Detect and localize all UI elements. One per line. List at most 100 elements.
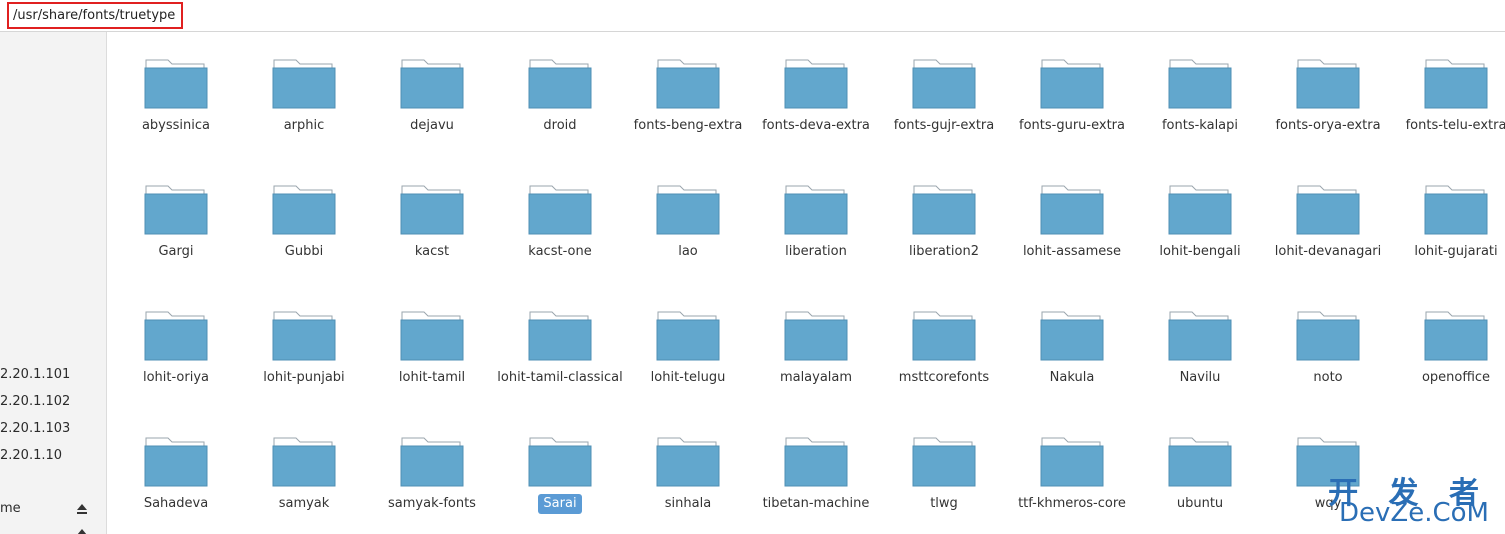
folder-label: fonts-deva-extra xyxy=(762,118,870,133)
folder-label: msttcorefonts xyxy=(898,370,990,385)
folder-item[interactable]: Gubbi xyxy=(240,184,368,260)
folder-icon xyxy=(784,185,848,235)
folder-icon xyxy=(1040,311,1104,361)
sidebar-item-network-102[interactable]: 2.20.1.102 xyxy=(0,394,70,409)
folder-item[interactable]: abyssinica xyxy=(112,58,240,134)
folder-item[interactable]: tlwg xyxy=(880,436,1008,512)
eject-icon-partial[interactable] xyxy=(76,528,88,534)
folder-item[interactable]: openoffice xyxy=(1392,310,1505,386)
folder-label: lohit-gujarati xyxy=(1414,244,1498,259)
folder-icon xyxy=(656,437,720,487)
folder-item[interactable]: Navilu xyxy=(1136,310,1264,386)
eject-icon[interactable] xyxy=(76,503,88,515)
folder-item[interactable]: fonts-deva-extra xyxy=(752,58,880,134)
folder-icon xyxy=(1424,185,1488,235)
folder-item[interactable]: fonts-guru-extra xyxy=(1008,58,1136,134)
folder-item[interactable]: ttf-khmeros-core xyxy=(1008,436,1136,512)
folder-item[interactable]: lohit-telugu xyxy=(624,310,752,386)
folder-item[interactable]: tibetan-machine xyxy=(752,436,880,512)
folder-label: lohit-oriya xyxy=(142,370,209,385)
folder-label: samyak-fonts xyxy=(388,496,476,511)
folder-grid: abyssinica arphic dejavu droid fonts-beng-ex… xyxy=(108,32,1505,534)
folder-icon xyxy=(1424,59,1488,109)
folder-label: Sahadeva xyxy=(143,496,209,511)
folder-item[interactable]: liberation xyxy=(752,184,880,260)
folder-icon xyxy=(912,59,976,109)
folder-icon xyxy=(1168,311,1232,361)
folder-item[interactable]: lohit-punjabi xyxy=(240,310,368,386)
folder-label: lohit-devanagari xyxy=(1274,244,1382,259)
folder-item[interactable]: lohit-oriya xyxy=(112,310,240,386)
folder-item[interactable]: lao xyxy=(624,184,752,260)
watermark-line2: DevZe.CoM xyxy=(1339,498,1489,528)
folder-item[interactable]: Nakula xyxy=(1008,310,1136,386)
folder-icon xyxy=(656,185,720,235)
folder-icon xyxy=(400,185,464,235)
folder-label: Sarai xyxy=(538,494,582,514)
folder-label: malayalam xyxy=(779,370,853,385)
folder-icon xyxy=(784,311,848,361)
location-bar: /usr/share/fonts/truetype xyxy=(0,0,1505,32)
watermark-logo: 开 发 者 DevZe.CoM xyxy=(1328,468,1499,528)
folder-item[interactable]: fonts-beng-extra xyxy=(624,58,752,134)
folder-item[interactable]: droid xyxy=(496,58,624,134)
folder-icon xyxy=(272,59,336,109)
folder-label: lohit-punjabi xyxy=(263,370,345,385)
sidebar: 2.20.1.101 2.20.1.102 2.20.1.103 2.20.1.… xyxy=(0,32,107,534)
folder-item[interactable]: fonts-telu-extra xyxy=(1392,58,1505,134)
folder-icon xyxy=(528,185,592,235)
folder-item[interactable]: Sahadeva xyxy=(112,436,240,512)
folder-item[interactable]: fonts-gujr-extra xyxy=(880,58,1008,134)
folder-item[interactable]: liberation2 xyxy=(880,184,1008,260)
sidebar-item-network-10[interactable]: 2.20.1.10 xyxy=(0,448,62,463)
folder-item[interactable]: malayalam xyxy=(752,310,880,386)
folder-item[interactable]: kacst-one xyxy=(496,184,624,260)
folder-item[interactable]: lohit-bengali xyxy=(1136,184,1264,260)
folder-item[interactable]: fonts-orya-extra xyxy=(1264,58,1392,134)
folder-label: dejavu xyxy=(410,118,454,133)
folder-item[interactable]: samyak-fonts xyxy=(368,436,496,512)
sidebar-item-network-101[interactable]: 2.20.1.101 xyxy=(0,367,70,382)
folder-item[interactable]: lohit-devanagari xyxy=(1264,184,1392,260)
folder-item[interactable]: lohit-gujarati xyxy=(1392,184,1505,260)
folder-label: openoffice xyxy=(1421,370,1491,385)
folder-item[interactable]: kacst xyxy=(368,184,496,260)
folder-label: lohit-assamese xyxy=(1022,244,1122,259)
folder-label: samyak xyxy=(278,496,330,511)
folder-item[interactable]: sinhala xyxy=(624,436,752,512)
folder-label: lohit-bengali xyxy=(1159,244,1241,259)
folder-icon xyxy=(1040,185,1104,235)
folder-item[interactable]: dejavu xyxy=(368,58,496,134)
folder-icon xyxy=(1424,311,1488,361)
sidebar-item-home[interactable]: me xyxy=(0,501,21,516)
folder-item[interactable]: ubuntu xyxy=(1136,436,1264,512)
folder-item[interactable]: msttcorefonts xyxy=(880,310,1008,386)
folder-label: fonts-guru-extra xyxy=(1019,118,1125,133)
folder-label: lao xyxy=(678,244,698,259)
sidebar-item-network-103[interactable]: 2.20.1.103 xyxy=(0,421,70,436)
folder-item[interactable]: lohit-tamil-classical xyxy=(496,310,624,386)
folder-label: liberation2 xyxy=(909,244,979,259)
folder-label: tibetan-machine xyxy=(762,496,870,511)
folder-item[interactable]: samyak xyxy=(240,436,368,512)
file-manager-window: /usr/share/fonts/truetype 2.20.1.101 2.2… xyxy=(0,0,1505,534)
folder-item[interactable]: Sarai xyxy=(496,436,624,514)
folder-item[interactable]: arphic xyxy=(240,58,368,134)
location-path-input[interactable]: /usr/share/fonts/truetype xyxy=(7,2,183,29)
folder-item[interactable]: noto xyxy=(1264,310,1392,386)
folder-item[interactable]: Gargi xyxy=(112,184,240,260)
folder-icon xyxy=(528,311,592,361)
folder-icon xyxy=(272,185,336,235)
folder-item[interactable]: lohit-assamese xyxy=(1008,184,1136,260)
folder-icon xyxy=(1296,311,1360,361)
folder-label: lohit-telugu xyxy=(650,370,726,385)
folder-icon xyxy=(400,437,464,487)
folder-icon xyxy=(912,185,976,235)
folder-label: abyssinica xyxy=(141,118,211,133)
folder-icon xyxy=(1296,185,1360,235)
folder-label: ttf-khmeros-core xyxy=(1018,496,1126,511)
folder-item[interactable]: lohit-tamil xyxy=(368,310,496,386)
folder-label: arphic xyxy=(283,118,325,133)
folder-item[interactable]: fonts-kalapi xyxy=(1136,58,1264,134)
folder-icon xyxy=(1168,185,1232,235)
